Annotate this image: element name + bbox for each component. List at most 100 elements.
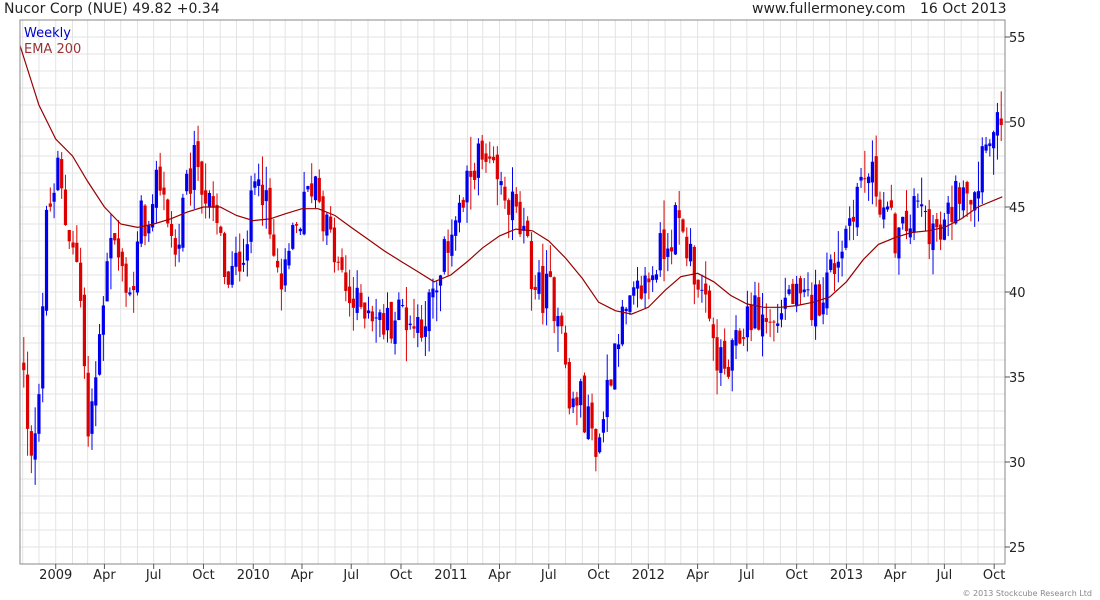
candle-body-down (938, 224, 943, 240)
x-tick-label: Jul (540, 568, 557, 583)
candle-body-up (264, 190, 268, 202)
candle-body-down (200, 161, 204, 195)
candle-body-down (480, 140, 484, 160)
legend-item: EMA 200 (24, 42, 81, 57)
candle-body-down (226, 271, 230, 285)
candle-body-up (632, 287, 636, 296)
candle-body-down (382, 313, 386, 335)
candle-body-down (113, 233, 117, 241)
candle-body-up (821, 302, 825, 315)
candle-body-down (48, 203, 52, 207)
candle-body-down (874, 156, 878, 197)
candle-body-down (132, 286, 136, 291)
candle-body-up (942, 219, 946, 240)
candle-body-down (310, 183, 314, 197)
candle-body-up (499, 181, 503, 186)
grid-lines (20, 19, 1005, 565)
candle-body-down (82, 294, 87, 367)
candle-body-up (635, 280, 640, 289)
candle-body-down (162, 187, 166, 195)
candle-body-up (510, 191, 515, 221)
candle-body-down (336, 261, 340, 263)
candle-body-up (992, 132, 996, 149)
candle-body-up (454, 220, 458, 236)
candle-body-up (537, 272, 541, 294)
candle-body-down (507, 200, 511, 215)
candle-body-up (105, 261, 109, 302)
candle-body-down (211, 196, 215, 208)
candle-body-up (33, 433, 37, 460)
candle-body-down (22, 362, 26, 371)
x-tick-label: Oct (785, 568, 807, 583)
candle-body-up (571, 398, 575, 408)
candle-body-up (283, 259, 287, 286)
candle-body-down (526, 220, 530, 237)
candle-body-up (658, 233, 662, 271)
candle-body-up (840, 251, 844, 259)
candle-body-down (359, 292, 363, 307)
candle-body-down (389, 301, 393, 339)
candle-body-down (204, 190, 208, 204)
candle-body-up (465, 170, 469, 203)
candle-body-up (916, 200, 920, 202)
candle-body-up (901, 216, 905, 224)
candle-body-up (920, 204, 924, 207)
candle-body-down (567, 362, 571, 409)
candle-body-down (321, 196, 325, 232)
candle-body-down (143, 205, 147, 237)
candlestick-series (22, 91, 1003, 485)
candle-body-down (294, 224, 299, 226)
x-tick-label: 2009 (39, 568, 72, 583)
candle-body-up (700, 289, 704, 291)
candle-body-down (488, 156, 492, 159)
candle-body-up (923, 210, 928, 212)
candle-body-down (927, 209, 931, 245)
y-axis: 25 30 35 40 45 50 55 (1005, 31, 1026, 556)
candle-body-up (476, 143, 481, 178)
candle-body-down (965, 182, 969, 194)
candle-body-down (268, 187, 272, 235)
candle-body-down (173, 238, 177, 255)
candle-body-up (624, 308, 628, 312)
candle-body-down (563, 332, 568, 365)
x-tick-label: Oct (983, 568, 1005, 583)
candle-body-down (238, 251, 242, 272)
candle-body-down (332, 227, 337, 263)
candle-body-up (795, 283, 799, 307)
candle-body-down (25, 374, 30, 429)
candle-body-down (863, 178, 867, 180)
candle-body-up (355, 287, 359, 313)
candle-body-down (196, 141, 200, 168)
candle-body-down (692, 246, 696, 285)
candle-body-up (385, 307, 390, 331)
candle-body-up (147, 224, 151, 234)
candle-body-down (741, 337, 746, 339)
x-tick-label: 2012 (632, 568, 665, 583)
candle-body-down (590, 402, 594, 429)
candle-body-up (253, 181, 257, 188)
candle-body-down (749, 304, 753, 331)
candle-body-down (419, 319, 424, 338)
candle-body-down (715, 337, 719, 371)
candle-body-down (67, 229, 71, 242)
candle-body-down (757, 297, 761, 330)
y-tick-label: 25 (1009, 541, 1026, 556)
candle-body-up (185, 173, 189, 192)
y-tick-label: 30 (1009, 456, 1026, 471)
candle-body-up (287, 250, 291, 266)
candle-body-down (560, 315, 564, 327)
candle-body-up (44, 209, 49, 311)
candle-body-down (969, 200, 973, 205)
candle-body-up (976, 191, 981, 199)
candle-body-up (870, 161, 875, 183)
candle-body-up (177, 244, 181, 249)
x-tick-label: 2013 (830, 568, 863, 583)
x-tick-label: Jul (145, 568, 162, 583)
candle-body-down (317, 177, 321, 202)
candle-body-up (234, 252, 238, 267)
candle-body-down (677, 210, 681, 218)
candle-body-up (855, 186, 859, 228)
candle-body-up (787, 289, 791, 294)
candle-body-up (745, 306, 749, 338)
candle-body-down (495, 154, 499, 180)
